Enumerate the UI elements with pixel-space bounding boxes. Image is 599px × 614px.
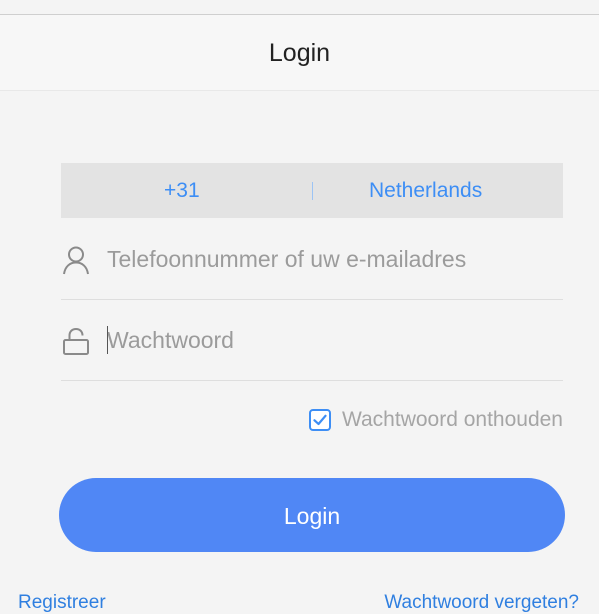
country-name[interactable]: Netherlands: [369, 179, 482, 203]
page-title: Login: [268, 39, 331, 67]
remember-checkbox[interactable]: [308, 409, 331, 431]
text-cursor: [107, 326, 108, 354]
checkmark-icon: [313, 414, 327, 426]
account-input[interactable]: [107, 241, 547, 277]
lock-icon: [61, 326, 91, 356]
forgot-password-link[interactable]: Wachtwoord vergeten?: [384, 592, 579, 614]
login-button[interactable]: Login: [59, 478, 565, 552]
user-icon: [61, 245, 91, 275]
register-link[interactable]: Registreer: [18, 592, 106, 614]
remember-password[interactable]: Wachtwoord onthouden: [308, 405, 563, 435]
password-input[interactable]: [107, 322, 547, 358]
country-code[interactable]: +31: [164, 179, 200, 203]
remember-label: Wachtwoord onthouden: [341, 408, 563, 431]
account-field: [61, 219, 563, 300]
country-selector[interactable]: +31 Netherlands: [61, 163, 563, 218]
header-bar: Login: [0, 15, 599, 91]
country-divider: [312, 182, 313, 200]
password-field: [61, 300, 563, 381]
